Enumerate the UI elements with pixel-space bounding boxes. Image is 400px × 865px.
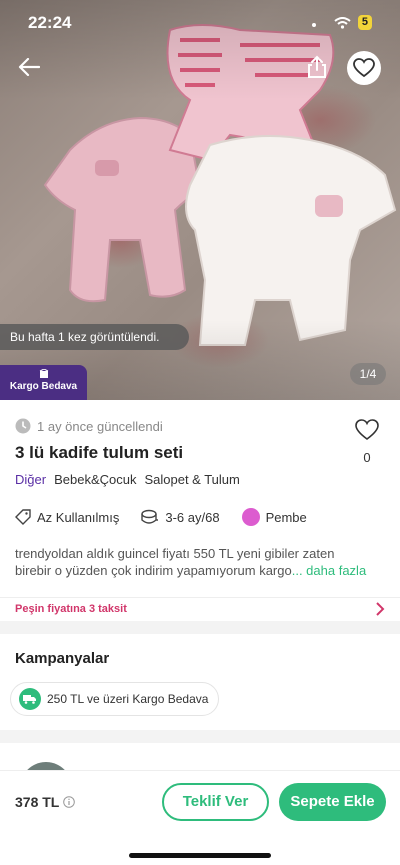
category-item[interactable]: Salopet & Tulum (144, 472, 239, 487)
bottom-action-bar: 378 TL Teklif Ver Sepete Ekle (0, 770, 400, 865)
condition-text: Az Kullanılmış (37, 509, 120, 525)
campaigns-title: Kampanyalar (15, 650, 110, 667)
arrow-left-icon (18, 58, 40, 76)
wifi-icon (334, 16, 351, 29)
installment-row[interactable]: Peşin fiyatına 3 taksit (0, 597, 400, 621)
description-line-2: birebir o yüzden çok indirim yapamıyorum… (15, 562, 390, 579)
read-more-link[interactable]: ... daha fazla (292, 563, 366, 578)
free-shipping-badge: Kargo Bedava (0, 365, 87, 400)
description-line: trendyoldan aldık guincel fiyatı 550 TL … (15, 546, 335, 561)
status-time: 22:24 (28, 13, 72, 32)
views-info: Bu hafta 1 kez görüntülendi. (0, 324, 190, 350)
status-bar: 22:24 5 (0, 0, 400, 46)
like-box[interactable]: 0 (354, 419, 380, 465)
heart-outline-icon[interactable] (355, 419, 379, 441)
tag-icon (15, 509, 31, 525)
status-icons: 5 (311, 15, 372, 30)
share-button[interactable] (302, 52, 332, 82)
section-divider (0, 730, 400, 743)
add-to-cart-button[interactable]: Sepete Ekle (279, 783, 386, 821)
size-attr: 3-6 ay/68 (141, 509, 220, 525)
color-text: Pembe (265, 509, 307, 525)
favorite-button[interactable] (347, 51, 381, 85)
section-divider (0, 621, 400, 634)
image-page-indicator: 1/4 (350, 363, 386, 385)
updated-info: 1 ay önce güncellendi (15, 418, 163, 434)
price-display: 378 TL (15, 794, 76, 810)
updated-text: 1 ay önce güncellendi (37, 418, 163, 434)
color-attr: Pembe (241, 508, 307, 526)
product-title: 3 lü kadife tulum seti (15, 443, 184, 462)
category-item[interactable]: Bebek&Çocuk (54, 472, 136, 487)
share-icon (308, 55, 326, 78)
price-value: 378 TL (15, 794, 60, 810)
category-brand[interactable]: Diğer (15, 472, 46, 487)
box-icon (39, 369, 48, 378)
category-breadcrumb: Diğer Bebek&Çocuk Salopet & Tulum (15, 472, 240, 487)
product-attributes: Az Kullanılmış 3-6 ay/68 Pembe (15, 508, 329, 526)
condition-attr: Az Kullanılmış (15, 509, 119, 525)
cargo-badge-label: Kargo Bedava (9, 381, 78, 392)
product-description: trendyoldan aldık guincel fiyatı 550 TL … (15, 545, 390, 579)
installment-label: Peşin fiyatına 3 taksit (15, 603, 127, 615)
campaign-chip[interactable]: 250 TL ve üzeri Kargo Bedava (10, 682, 219, 716)
description-line: birebir o yüzden çok indirim yapamıyorum… (15, 563, 292, 578)
home-indicator (129, 853, 271, 858)
make-offer-button[interactable]: Teklif Ver (162, 783, 269, 821)
battery-indicator: 5 (357, 15, 372, 30)
back-button[interactable] (14, 52, 44, 82)
like-count: 0 (363, 450, 371, 465)
info-icon[interactable] (63, 796, 76, 808)
color-swatch (241, 508, 260, 526)
truck-icon (19, 688, 41, 710)
clock-icon (15, 418, 31, 434)
heart-icon (353, 58, 375, 78)
signal-icon (311, 22, 316, 27)
chevron-right-icon (376, 602, 385, 616)
campaign-label: 250 TL ve üzeri Kargo Bedava (47, 692, 209, 706)
size-text: 3-6 ay/68 (165, 509, 220, 525)
tape-measure-icon (141, 509, 159, 524)
